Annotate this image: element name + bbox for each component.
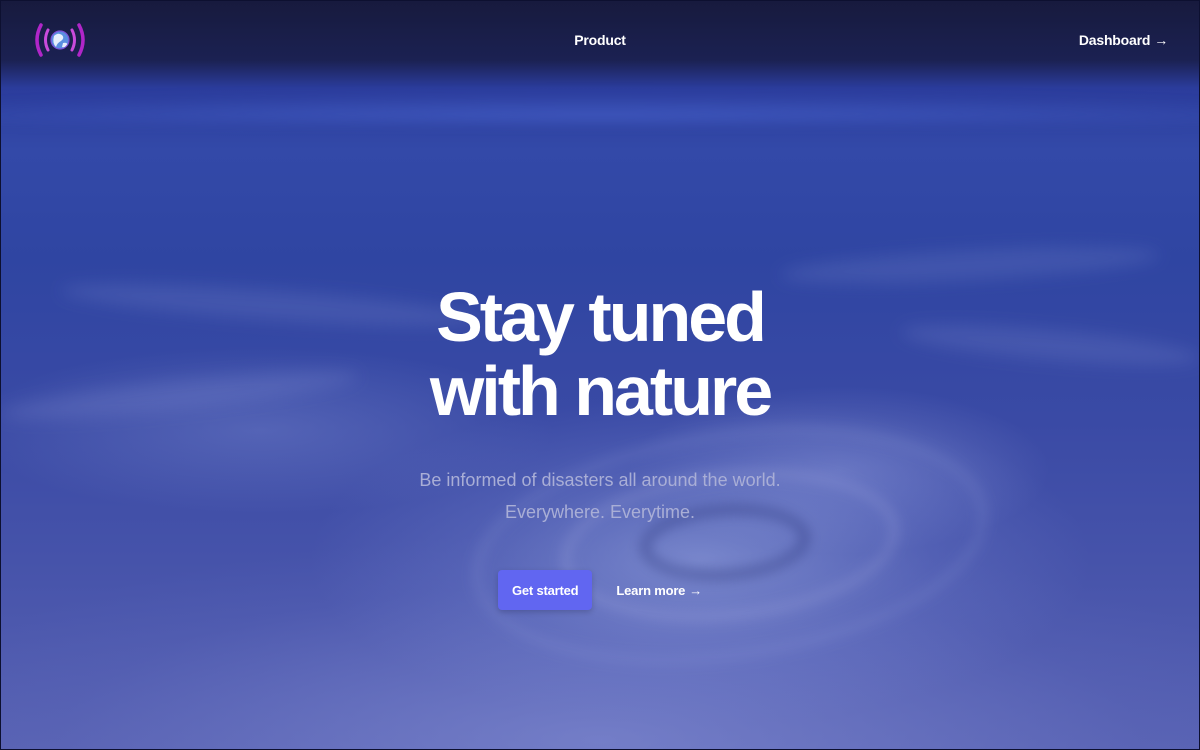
logo[interactable] [32, 20, 88, 60]
cta-row: Get started Learn more → [0, 570, 1200, 610]
learn-more-label: Learn more [616, 582, 686, 598]
hero-title-line-2: with nature [429, 352, 773, 430]
top-navigation: Product Dashboard → [0, 0, 1200, 80]
hero-title: Stay tuned with nature [0, 280, 1200, 428]
learn-more-link[interactable]: Learn more → [616, 583, 702, 598]
arrow-right-icon: → [1154, 32, 1168, 48]
hero-section: Stay tuned with nature Be informed of di… [0, 280, 1200, 610]
hero-subtitle: Be informed of disasters all around the … [0, 464, 1200, 528]
arrow-right-icon: → [689, 582, 703, 598]
nav-product-link[interactable]: Product [574, 32, 626, 48]
get-started-button[interactable]: Get started [497, 570, 593, 610]
radio-broadcast-globe-icon [35, 23, 85, 57]
nav-dashboard-label: Dashboard [1078, 32, 1151, 48]
nav-dashboard-link[interactable]: Dashboard → [1079, 32, 1168, 48]
hero-title-line-1: Stay tuned [436, 278, 767, 356]
hero-subtitle-line-1: Be informed of disasters all around the … [419, 470, 781, 490]
hero-subtitle-line-2: Everywhere. Everytime. [504, 502, 696, 522]
